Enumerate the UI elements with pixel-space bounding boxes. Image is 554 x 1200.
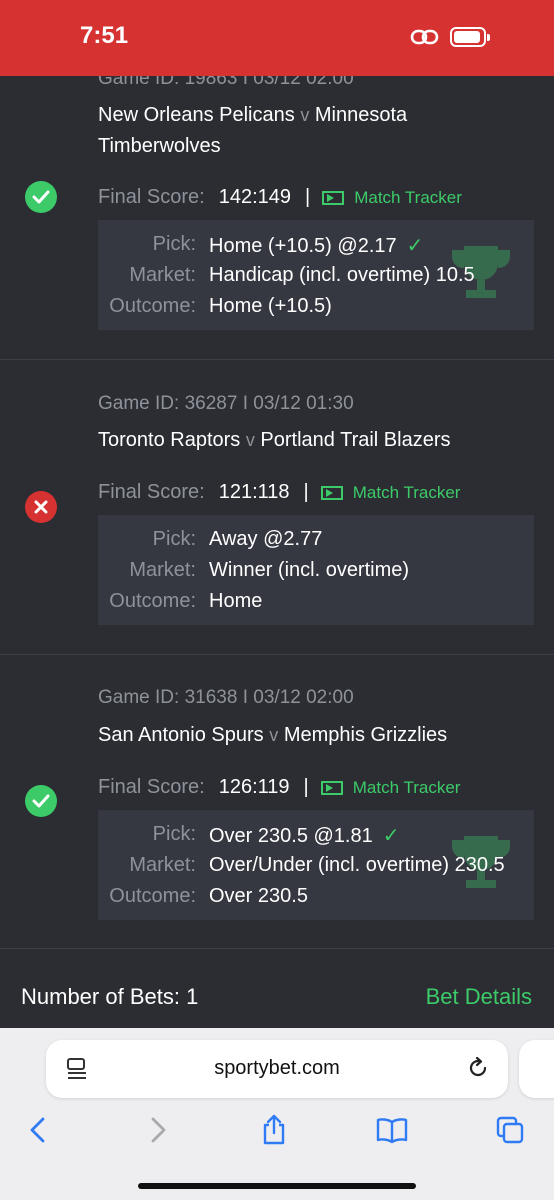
pick-details: Pick: Away @2.77 Market: Winner (incl. o… — [98, 515, 534, 625]
match-tracker-label: Match Tracker — [354, 187, 462, 207]
final-score-label: Final Score: — [98, 481, 205, 503]
lost-status-icon — [25, 491, 57, 523]
teams: Toronto Raptors v Portland Trail Blazers — [98, 425, 518, 456]
tabs-button[interactable] — [490, 1110, 530, 1150]
won-status-icon — [25, 181, 57, 213]
match-tracker-icon — [322, 190, 345, 205]
match-tracker-icon — [320, 485, 343, 500]
pick-details: Pick: Home (+10.5) @2.17 ✓ Market: Handic… — [98, 220, 534, 330]
url-text: sportybet.com — [214, 1057, 340, 1079]
match-tracker-link[interactable]: Match Tracker — [320, 482, 461, 503]
pick-value: Away @2.77 — [209, 528, 323, 550]
outcome-value: Home (+10.5) — [209, 295, 332, 317]
market-value: Winner (incl. overtime) — [209, 559, 410, 581]
next-tab-preview[interactable] — [519, 1040, 554, 1098]
game-id: Game ID: 31638 I 03/12 02:00 — [98, 687, 354, 708]
pick-label: Pick: — [152, 823, 196, 845]
status-time: 7:51 — [80, 22, 129, 49]
check-icon: ✓ — [382, 825, 400, 847]
away-team: Memphis Grizzlies — [283, 724, 448, 746]
final-score: 121:118 — [218, 481, 290, 503]
match-tracker-label: Match Tracker — [352, 777, 461, 797]
bet-list: Game ID: 19863 I 03/12 02:00 New Orleans… — [0, 0, 554, 1028]
teams: New Orleans Pelicans v Minnesota Timberw… — [98, 100, 518, 162]
home-team: Toronto Raptors — [98, 429, 241, 451]
share-button[interactable] — [254, 1110, 294, 1150]
market-label: Market: — [129, 854, 196, 876]
market-label: Market: — [129, 264, 196, 286]
reload-icon[interactable] — [466, 1056, 490, 1085]
market-value: Handicap (incl. overtime) 10.5 — [209, 264, 475, 286]
bookmarks-button[interactable] — [372, 1110, 412, 1150]
match-tracker-label: Match Tracker — [352, 482, 461, 502]
final-score-label: Final Score: — [98, 186, 205, 208]
vs-label: v — [245, 430, 255, 450]
final-score-label: Final Score: — [98, 776, 205, 798]
vs-label: v — [300, 105, 310, 125]
number-of-bets: Number of Bets: 1 — [21, 984, 199, 1009]
won-status-icon — [25, 785, 57, 817]
outcome-value: Home — [209, 590, 263, 612]
outcome-label: Outcome: — [109, 590, 196, 612]
final-score: 126:119 — [218, 776, 290, 798]
forward-button[interactable] — [138, 1110, 178, 1150]
pick-label: Pick: — [152, 233, 196, 255]
away-team: Portland Trail Blazers — [260, 429, 451, 451]
battery-icon — [450, 27, 490, 47]
pick-details: Pick: Over 230.5 @1.81 ✓ Market: Over/Und… — [98, 810, 534, 920]
final-score-row: Final Score: 121:118 | Match Tracker — [98, 481, 461, 503]
teams: San Antonio Spurs v Memphis Grizzlies — [98, 720, 518, 751]
link-icon — [410, 26, 440, 53]
outcome-value: Over 230.5 — [209, 885, 308, 907]
pick-value: Home (+10.5) @2.17 — [209, 235, 397, 257]
pick-label: Pick: — [152, 528, 196, 550]
pick-value: Over 230.5 @1.81 — [209, 825, 373, 847]
home-team: San Antonio Spurs — [98, 724, 264, 746]
back-button[interactable] — [18, 1110, 58, 1150]
status-bar: 7:51 — [0, 0, 554, 76]
address-bar[interactable]: sportybet.com — [46, 1040, 508, 1098]
final-score-row: Final Score: 126:119 | Match Tracker — [98, 776, 461, 798]
market-value: Over/Under (incl. overtime) 230.5 — [209, 854, 505, 876]
bet-details-link[interactable]: Bet Details — [426, 984, 532, 1010]
home-team: New Orleans Pelicans — [98, 104, 295, 126]
divider — [0, 948, 554, 949]
outcome-label: Outcome: — [109, 295, 196, 317]
browser-toolbar: sportybet.com — [0, 1028, 554, 1200]
vs-label: v — [269, 725, 279, 745]
divider — [0, 359, 554, 360]
match-tracker-link[interactable]: Match Tracker — [322, 188, 462, 208]
check-icon: ✓ — [406, 235, 424, 257]
market-label: Market: — [129, 559, 196, 581]
game-id: Game ID: 36287 I 03/12 01:30 — [98, 393, 354, 414]
final-score: 142:149 — [218, 186, 292, 208]
home-indicator — [138, 1183, 416, 1189]
outcome-label: Outcome: — [109, 885, 196, 907]
final-score-row: Final Score: 142:149 | Match Tracker — [98, 186, 462, 208]
divider — [0, 654, 554, 655]
match-tracker-link[interactable]: Match Tracker — [320, 777, 461, 798]
match-tracker-icon — [320, 780, 343, 795]
